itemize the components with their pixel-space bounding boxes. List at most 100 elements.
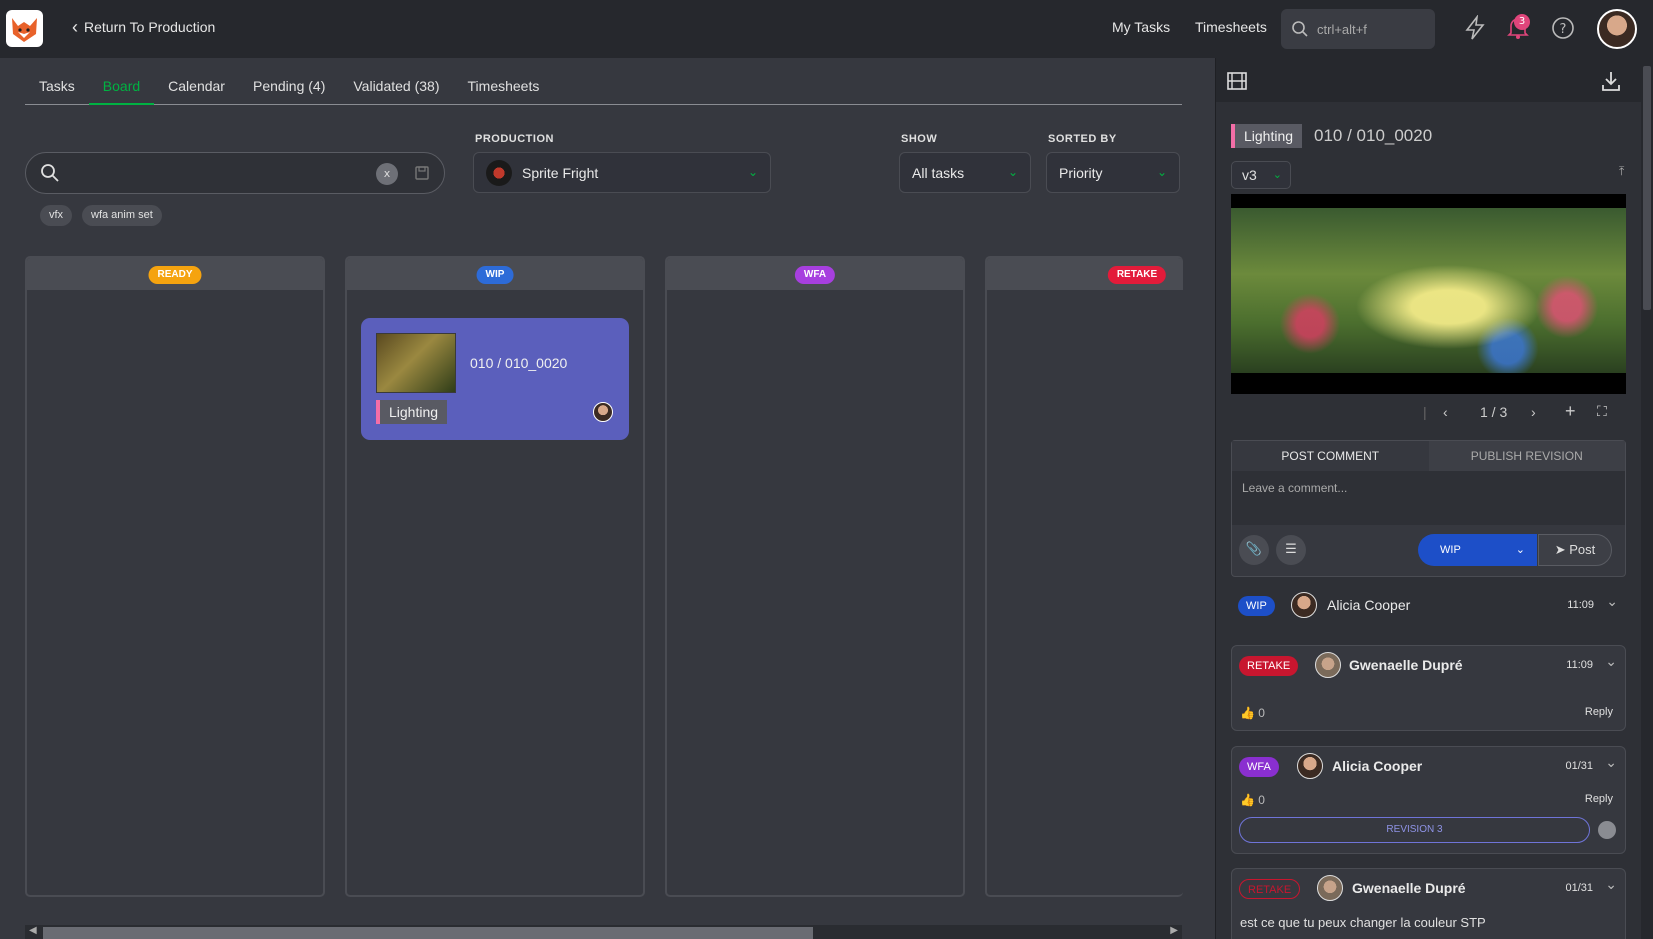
column-header: WFA: [667, 258, 963, 290]
chevron-down-icon: ⌄: [1007, 165, 1018, 179]
lightning-icon[interactable]: [1463, 14, 1489, 41]
save-search-icon[interactable]: [414, 165, 430, 181]
comment-author: Alicia Cooper: [1332, 758, 1423, 774]
composer-toolbar: 📎 ☰ WIP ⌄ ➤ Post: [1232, 525, 1625, 577]
scrollbar-thumb[interactable]: [43, 927, 813, 939]
tab-timesheets[interactable]: Timesheets: [454, 74, 554, 105]
status-pill-wip: WIP: [476, 266, 514, 284]
post-comment-button[interactable]: ➤ Post: [1538, 534, 1612, 566]
version-select[interactable]: v3 ⌄: [1231, 161, 1291, 189]
tab-validated[interactable]: Validated (38): [339, 74, 453, 105]
comment-textarea[interactable]: [1232, 471, 1625, 525]
production-thumbnail: [486, 159, 512, 186]
global-search-input[interactable]: [1317, 21, 1427, 37]
tab-post-comment[interactable]: POST COMMENT: [1232, 441, 1429, 471]
preview-player[interactable]: [1231, 194, 1626, 394]
board-horizontal-scrollbar[interactable]: ◀ ▶: [25, 925, 1182, 939]
comment-status-select[interactable]: WIP ⌄: [1418, 534, 1537, 566]
task-thumbnail: [376, 333, 456, 393]
tab-tasks[interactable]: Tasks: [25, 74, 89, 105]
revision-button[interactable]: REVISION 3: [1239, 817, 1590, 843]
my-tasks-link[interactable]: My Tasks: [1112, 19, 1170, 35]
task-search-box[interactable]: x: [25, 152, 445, 194]
help-icon[interactable]: ?: [1551, 15, 1577, 41]
previous-frame-icon[interactable]: ‹: [1443, 404, 1448, 420]
download-icon[interactable]: [1600, 70, 1622, 92]
clear-search-button[interactable]: x: [376, 163, 398, 185]
comment-time: 11:09: [1567, 599, 1594, 611]
assignee-avatar: [593, 402, 613, 422]
sorted-by-label: SORTED BY: [1048, 133, 1117, 145]
comment-time: 01/31: [1565, 760, 1593, 772]
sorted-by-value: Priority: [1059, 164, 1103, 181]
task-type-badge: Lighting: [376, 400, 448, 424]
chevron-down-icon[interactable]: ⌄: [1606, 594, 1618, 610]
return-to-production-link[interactable]: ‹ Return To Production: [72, 18, 215, 36]
timesheets-link[interactable]: Timesheets: [1195, 19, 1267, 35]
comment-status-badge: WFA: [1239, 757, 1279, 777]
panel-toolbar: [1216, 58, 1642, 102]
reply-link[interactable]: Reply: [1585, 706, 1613, 718]
production-label: PRODUCTION: [475, 133, 554, 145]
filter-chip-vfx[interactable]: vfx: [40, 205, 73, 226]
kitsu-logo[interactable]: [6, 10, 43, 47]
user-avatar[interactable]: [1597, 9, 1637, 49]
sorted-by-select[interactable]: Priority ⌄: [1046, 152, 1180, 193]
comment-time: 11:09: [1566, 659, 1593, 671]
comment-composer: POST COMMENT PUBLISH REVISION 📎 ☰ WIP ⌄ …: [1231, 440, 1626, 577]
chevron-down-icon[interactable]: ⌄: [1605, 755, 1617, 771]
panel-task-name: 010 / 010_0020: [1314, 126, 1433, 145]
tab-pending[interactable]: Pending (4): [239, 74, 339, 105]
scrollbar-thumb[interactable]: [1643, 66, 1651, 310]
scroll-right-arrow-icon[interactable]: ▶: [1170, 925, 1178, 936]
notification-count-badge: 3: [1514, 14, 1530, 30]
reply-link[interactable]: Reply: [1585, 793, 1613, 805]
avatar: [1317, 875, 1343, 901]
task-card-name: 010 / 010_0020: [470, 355, 568, 371]
comment-item: RETAKE Gwenaelle Dupré 01/31 ⌄ est ce qu…: [1231, 868, 1626, 939]
composer-tabs: POST COMMENT PUBLISH REVISION: [1232, 441, 1625, 471]
tab-board[interactable]: Board: [88, 74, 155, 105]
status-pill-retake: RETAKE: [1107, 266, 1167, 284]
comment-author: Gwenaelle Dupré: [1352, 880, 1466, 896]
preview-frame-image: [1231, 208, 1626, 373]
show-select[interactable]: All tasks ⌄: [899, 152, 1031, 193]
chevron-down-icon: ⌄: [1156, 165, 1167, 179]
like-count: 0: [1258, 706, 1265, 720]
panel-vertical-scrollbar[interactable]: [1641, 58, 1653, 939]
like-button[interactable]: 👍 0: [1240, 793, 1265, 807]
comment-author: Gwenaelle Dupré: [1349, 657, 1463, 673]
attach-icon[interactable]: 📎: [1239, 535, 1269, 565]
add-icon[interactable]: +: [1565, 401, 1576, 422]
top-bar: ‹ Return To Production My Tasks Timeshee…: [0, 0, 1653, 58]
comment-status-value: WIP: [1440, 544, 1461, 556]
revision-dot-icon[interactable]: [1598, 821, 1616, 839]
panel-task-type-badge: Lighting: [1231, 124, 1303, 148]
next-frame-icon[interactable]: ›: [1531, 404, 1536, 420]
comment-item: RETAKE Gwenaelle Dupré 11:09 ⌄ 👍 0 Reply: [1231, 645, 1626, 731]
search-icon: [41, 164, 59, 182]
chevron-down-icon[interactable]: ⌄: [1605, 877, 1617, 893]
board-tabs: Tasks Board Calendar Pending (4) Validat…: [25, 74, 1182, 105]
version-value: v3: [1242, 167, 1257, 183]
global-search[interactable]: [1281, 9, 1435, 49]
fullscreen-icon[interactable]: ⛶: [1597, 403, 1607, 420]
task-card[interactable]: 010 / 010_0020 Lighting: [361, 318, 629, 440]
comment-time: 01/31: [1565, 882, 1593, 894]
status-pill-ready: READY: [148, 266, 202, 284]
checklist-icon[interactable]: ☰: [1276, 535, 1306, 565]
production-value: Sprite Fright: [522, 164, 599, 181]
show-value: All tasks: [912, 164, 965, 181]
scroll-left-arrow-icon[interactable]: ◀: [29, 925, 37, 936]
comment-item: WIP Alicia Cooper 11:09 ⌄: [1231, 586, 1626, 630]
filter-chip-wfa-anim-set[interactable]: wfa anim set: [82, 205, 162, 226]
chevron-down-icon[interactable]: ⌄: [1605, 654, 1617, 670]
expand-icon[interactable]: ⤒: [1619, 164, 1624, 179]
comment-status-badge: RETAKE: [1239, 879, 1301, 899]
like-button[interactable]: 👍 0: [1240, 706, 1265, 720]
tab-publish-revision[interactable]: PUBLISH REVISION: [1429, 441, 1626, 471]
production-select[interactable]: Sprite Fright ⌄: [473, 152, 771, 193]
film-icon[interactable]: [1226, 70, 1248, 92]
tab-calendar[interactable]: Calendar: [154, 74, 239, 105]
comment-author: Alicia Cooper: [1327, 597, 1411, 613]
